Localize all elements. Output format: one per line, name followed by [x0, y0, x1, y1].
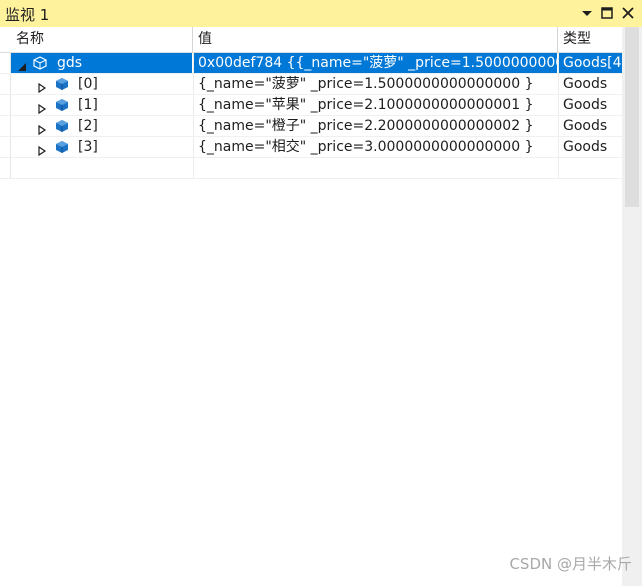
object-cube-icon [55, 119, 69, 133]
object-cube-icon [55, 98, 69, 112]
add-watch-row[interactable] [0, 158, 622, 179]
type-cell: Goods [558, 137, 622, 157]
type-cell: Goods [558, 95, 622, 115]
variable-name: gds [57, 55, 83, 71]
object-cube-icon [55, 77, 69, 91]
column-header-type[interactable]: 类型 [558, 27, 622, 52]
watch-row-item-0[interactable]: [0] {_name="菠萝" _price=1.500000000000000… [0, 74, 622, 95]
type-cell: Goods[4] [558, 53, 622, 73]
value-cell[interactable]: {_name="菠萝" _price=1.5000000000000000 } [193, 74, 557, 94]
value-cell[interactable]: {_name="相交" _price=3.0000000000000000 } [193, 137, 557, 157]
name-cell: [0] [11, 74, 192, 94]
vertical-scrollbar[interactable] [622, 27, 642, 586]
column-header-value[interactable]: 值 [193, 27, 557, 52]
watch-window-titlebar: 监视 1 [0, 0, 642, 27]
type-cell: Goods [558, 116, 622, 136]
name-cell: gds [11, 53, 192, 73]
variable-name: [2] [78, 118, 98, 134]
watch-row-item-3[interactable]: [3] {_name="相交" _price=3.000000000000000… [0, 137, 622, 158]
watch-row-item-2[interactable]: [2] {_name="橙子" _price=2.200000000000000… [0, 116, 622, 137]
expand-triangle-icon[interactable] [37, 100, 47, 115]
expand-triangle-icon[interactable] [37, 142, 47, 157]
add-watch-type-cell [558, 158, 622, 178]
expand-triangle-icon[interactable] [37, 121, 47, 136]
variable-name: [0] [78, 76, 98, 92]
type-cell: Goods [558, 74, 622, 94]
add-watch-value-cell [193, 158, 557, 178]
value-cell[interactable]: 0x00def784 {{_name="菠萝" _price=1.5000000… [193, 53, 557, 73]
maximize-icon[interactable] [599, 5, 615, 21]
dropdown-arrow-icon[interactable] [579, 5, 595, 21]
name-cell: [1] [11, 95, 192, 115]
object-cube-icon [55, 140, 69, 154]
watch-row-item-1[interactable]: [1] {_name="苹果" _price=2.100000000000000… [0, 95, 622, 116]
name-cell: [3] [11, 137, 192, 157]
variable-name: [1] [78, 97, 98, 113]
expand-triangle-icon[interactable] [37, 79, 47, 94]
name-cell: [2] [11, 116, 192, 136]
add-watch-name-cell[interactable] [11, 158, 192, 178]
value-cell[interactable]: {_name="橙子" _price=2.2000000000000002 } [193, 116, 557, 136]
watch-row-gds[interactable]: gds 0x00def784 {{_name="菠萝" _price=1.500… [0, 53, 622, 74]
collapse-triangle-icon[interactable] [17, 58, 27, 71]
watermark: CSDN @月半木斤 [509, 555, 632, 573]
close-icon[interactable] [620, 5, 636, 21]
value-cell[interactable]: {_name="苹果" _price=2.1000000000000001 } [193, 95, 557, 115]
window-title: 监视 1 [5, 6, 50, 24]
column-header-name[interactable]: 名称 [11, 27, 192, 52]
variable-name: [3] [78, 139, 98, 155]
scrollbar-thumb[interactable] [625, 27, 639, 207]
watch-variable-icon [33, 56, 47, 70]
column-header: 名称 值 类型 [0, 27, 622, 53]
